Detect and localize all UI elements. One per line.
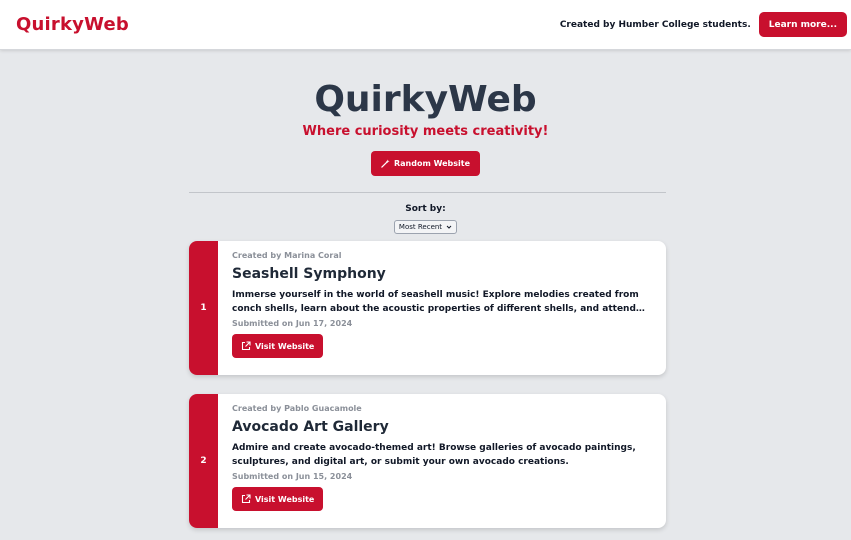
visit-website-label: Visit Website (255, 341, 315, 351)
random-website-label: Random Website (393, 159, 471, 168)
magic-wand-icon (381, 159, 390, 168)
sort-controls: Sort by: Most Recent (0, 204, 851, 234)
visit-website-label: Visit Website (255, 494, 315, 504)
card-description: Admire and create avocado-themed art! Br… (232, 443, 636, 467)
sort-select[interactable]: Most Recent (393, 220, 458, 234)
sort-selected-value: Most Recent (398, 223, 443, 231)
credit-text: Created by Humber College students. (559, 19, 751, 30)
chevron-down-icon (446, 224, 452, 230)
page-title: QuirkyWeb (314, 79, 537, 120)
logo[interactable]: QuirkyWeb (16, 14, 129, 35)
navbar-right: Created by Humber College students. Lear… (560, 12, 847, 37)
random-website-button[interactable]: Random Website (370, 151, 481, 176)
card-creator: Created by Pablo Guacamole (232, 404, 362, 413)
external-link-icon (241, 341, 251, 351)
visit-website-button[interactable]: Visit Website (232, 334, 324, 358)
card-creator: Created by Marina Coral (232, 251, 342, 260)
top-navbar: QuirkyWeb Created by Humber College stud… (0, 0, 851, 50)
sort-label: Sort by: (405, 204, 446, 214)
card-submitted-date: Submitted on Jun 17, 2024 (232, 319, 353, 328)
external-link-icon (241, 494, 251, 504)
card-title: Avocado Art Gallery (232, 419, 389, 435)
card-description: Immerse yourself in the world of seashel… (232, 290, 639, 314)
website-card: 2 Created by Pablo Guacamole Avocado Art… (189, 394, 666, 528)
card-title: Seashell Symphony (232, 266, 386, 282)
section-divider (189, 192, 666, 193)
card-index: 2 (189, 394, 218, 528)
card-body: Created by Marina Coral Seashell Symphon… (232, 251, 650, 358)
learn-more-button[interactable]: Learn more... (758, 12, 847, 37)
hero-section: QuirkyWeb Where curiosity meets creativi… (0, 76, 851, 176)
card-body: Created by Pablo Guacamole Avocado Art G… (232, 404, 650, 511)
card-submitted-date: Submitted on Jun 15, 2024 (232, 472, 353, 481)
website-card: 1 Created by Marina Coral Seashell Symph… (189, 241, 666, 375)
visit-website-button[interactable]: Visit Website (232, 487, 324, 511)
tagline: Where curiosity meets creativity! (302, 124, 549, 139)
card-index: 1 (189, 241, 218, 375)
